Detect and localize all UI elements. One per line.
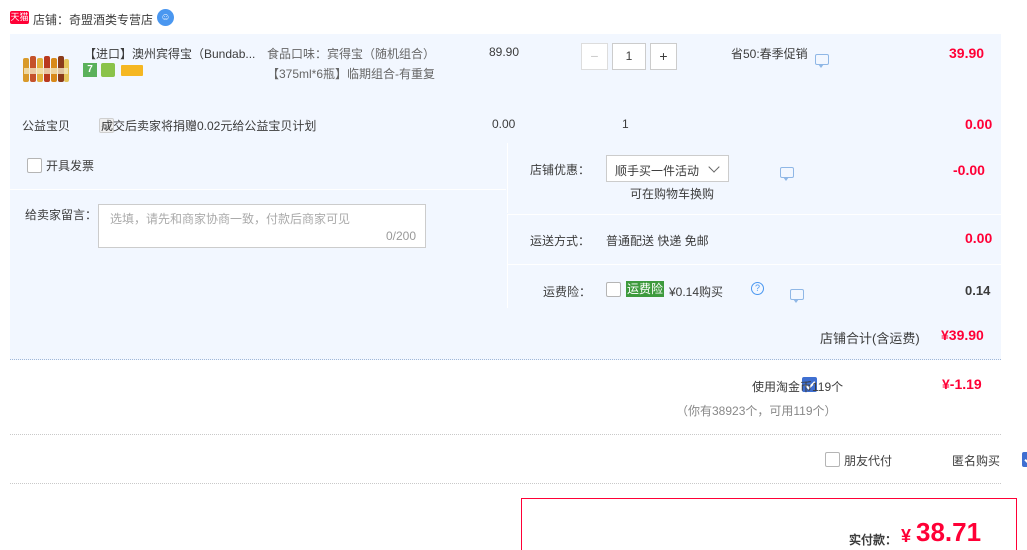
quantity-decrease-button[interactable]: −: [581, 43, 608, 70]
charity-label: 公益宝贝: [22, 119, 71, 133]
message-label: 给卖家留言：: [25, 208, 98, 222]
shop-discount-label: 店铺优惠：: [530, 163, 591, 177]
friend-pay-label[interactable]: 朋友代付: [844, 452, 892, 469]
quantity-increase-button[interactable]: +: [650, 43, 677, 70]
promo-chat-icon[interactable]: [815, 54, 829, 68]
shop-discount-amount: -0.00: [953, 162, 985, 178]
insurance-label: 运费险：: [543, 285, 592, 299]
discount-chat-icon[interactable]: [779, 167, 794, 181]
tmall-badge: 天猫: [10, 11, 29, 24]
help-question-icon[interactable]: ?: [751, 282, 764, 295]
divider: [10, 434, 1001, 435]
shop-discount-hint: 可在购物车换购: [630, 187, 715, 201]
coins-label[interactable]: 使用淘金币119个: [752, 378, 843, 395]
charity-subtotal: 0.00: [965, 116, 993, 132]
message-textarea[interactable]: 选填，请先和商家协商一致，付款后商家可见 0/200: [98, 204, 426, 248]
friend-pay-checkbox[interactable]: [825, 452, 840, 467]
coins-detail: （你有38923个，可用119个）: [676, 404, 837, 418]
unit-price: 89.90: [489, 45, 520, 59]
charity-price: 0.00: [492, 117, 516, 131]
customer-service-icon[interactable]: ☺: [157, 9, 174, 26]
shipping-label: 运送方式：: [530, 234, 591, 248]
charity-qty: 1: [622, 117, 629, 131]
product-bottles-icon: [23, 56, 69, 82]
coins-amount: ¥-1.19: [942, 376, 982, 392]
charity-text: 成交后卖家将捐赠0.02元给公益宝贝计划: [101, 119, 317, 133]
divider: [10, 483, 1001, 484]
insurance-amount: 0.14: [965, 283, 991, 298]
payment-amount: 38.71: [916, 517, 982, 547]
shop-discount-row: [507, 143, 1001, 213]
seven-day-return-icon: 7: [83, 63, 97, 77]
anonymous-checkbox[interactable]: [1021, 452, 1027, 467]
credit-card-icon: [121, 65, 143, 76]
quantity-stepper: − 1 +: [581, 43, 677, 70]
message-counter: 0/200: [385, 229, 416, 243]
shop-discount-select[interactable]: 顺手买一件活动: [606, 155, 729, 182]
insurance-text: ¥0.14购买: [669, 285, 724, 299]
insurance-tag: 运费险: [626, 281, 665, 297]
insurance-chat-icon[interactable]: [790, 289, 805, 303]
item-subtotal: 39.90: [949, 45, 985, 61]
shop-name-link[interactable]: 店铺：奇盟酒类专营店: [33, 11, 153, 28]
guarantee-icon: [101, 63, 115, 77]
product-title-link[interactable]: 【进口】澳州宾得宝（Bundab...: [84, 45, 255, 62]
product-flavor: 食品口味：宾得宝（随机组合）: [267, 47, 436, 61]
payment-label: 实付款：: [849, 533, 898, 547]
invoice-checkbox[interactable]: [27, 158, 42, 173]
payment-currency: ¥: [901, 526, 912, 546]
promo-text: 省50:春季促销: [731, 47, 808, 61]
chevron-down-icon: [708, 161, 720, 173]
invoice-label[interactable]: 开具发票: [46, 157, 94, 174]
shop-discount-selected: 顺手买一件活动: [615, 164, 700, 178]
shipping-amount: 0.00: [965, 230, 993, 246]
shipping-value: 普通配送 快递 免邮: [606, 234, 709, 248]
shop-total-amount: ¥39.90: [941, 327, 984, 343]
product-image[interactable]: [22, 50, 70, 84]
message-placeholder: 选填，请先和商家协商一致，付款后商家可见: [110, 212, 351, 226]
insurance-checkbox[interactable]: [606, 282, 621, 297]
quantity-input[interactable]: 1: [612, 43, 646, 70]
product-spec: 【375ml*6瓶】临期组合-有重复: [267, 67, 436, 81]
anonymous-label[interactable]: 匿名购买: [952, 452, 1000, 469]
shop-total-label: 店铺合计(含运费): [820, 331, 920, 346]
